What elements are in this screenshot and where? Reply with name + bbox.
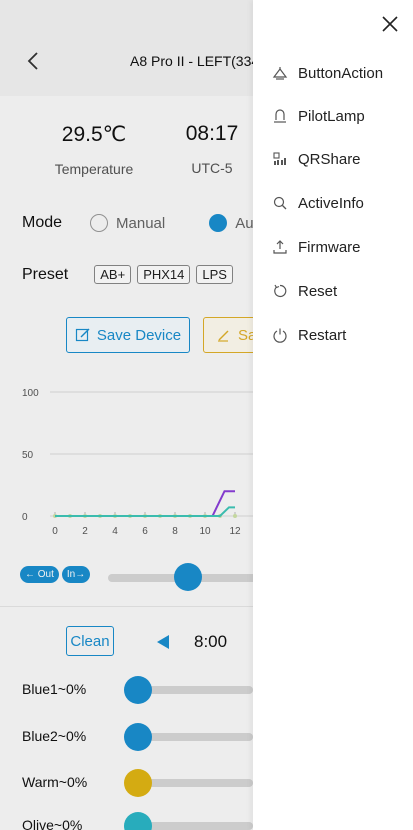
menu-label: ActiveInfo bbox=[298, 194, 364, 212]
search-icon bbox=[273, 196, 287, 210]
menu-item-activeinfo[interactable]: ActiveInfo bbox=[253, 187, 413, 219]
close-icon[interactable] bbox=[380, 14, 400, 34]
menu-label: Reset bbox=[298, 282, 338, 300]
qr-share-icon bbox=[273, 152, 286, 165]
menu-item-buttonaction[interactable]: ButtonAction bbox=[253, 57, 413, 89]
menu-item-qrshare[interactable]: QRShare bbox=[253, 143, 413, 175]
upload-icon bbox=[273, 240, 287, 254]
menu-label: QRShare bbox=[298, 150, 361, 168]
menu-label: ButtonAction bbox=[298, 64, 384, 82]
menu-item-restart[interactable]: Restart bbox=[253, 319, 413, 351]
menu-item-reset[interactable]: Reset bbox=[253, 275, 413, 307]
menu-label: Restart bbox=[298, 326, 347, 344]
reset-icon bbox=[274, 284, 287, 298]
lamp-icon bbox=[274, 109, 286, 123]
menu-label: PilotLamp bbox=[298, 107, 365, 125]
power-icon bbox=[273, 328, 287, 343]
bell-icon bbox=[272, 67, 288, 80]
menu-item-pilotlamp[interactable]: PilotLamp bbox=[253, 100, 413, 132]
settings-drawer: ButtonAction PilotLamp QRShare ActiveInf… bbox=[253, 0, 413, 830]
menu-item-firmware[interactable]: Firmware bbox=[253, 231, 413, 263]
menu-label: Firmware bbox=[298, 238, 361, 256]
